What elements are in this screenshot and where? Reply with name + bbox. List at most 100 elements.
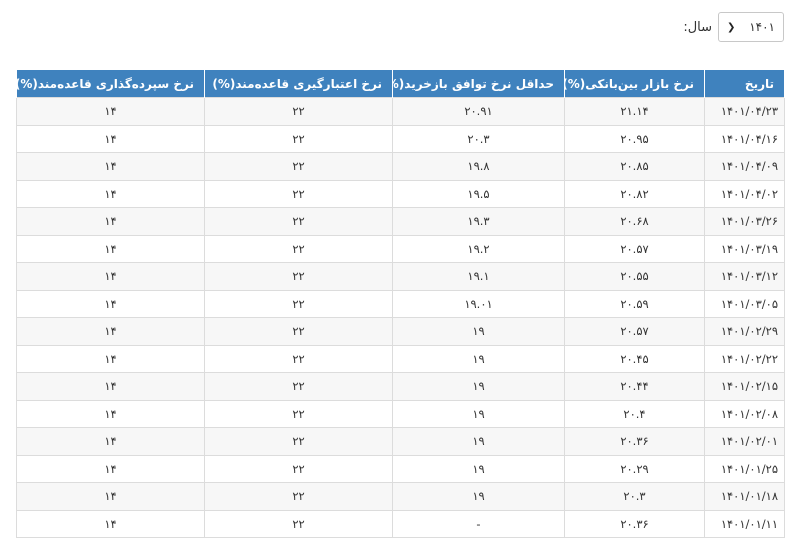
cell-deposit-rate: ۱۴ <box>16 399 205 428</box>
cell-interbank-rate: ۲۰.۶۸ <box>564 207 705 236</box>
table-row: ۱۴۰۱/۰۲/۱۵ ۲۰.۴۴ ۱۹ ۲۲ ۱۴ <box>16 372 785 401</box>
cell-interbank-rate: ۲۰.۲۹ <box>564 454 705 483</box>
cell-repo-min-rate: ۱۹.۳ <box>392 207 565 236</box>
cell-credit-rate: ۲۲ <box>204 454 393 483</box>
cell-deposit-rate: ۱۴ <box>16 344 205 373</box>
cell-repo-min-rate: ۲۰.۳ <box>392 124 565 153</box>
cell-interbank-rate: ۲۰.۵۷ <box>564 234 705 263</box>
table-row: ۱۴۰۱/۰۲/۰۸ ۲۰.۴ ۱۹ ۲۲ ۱۴ <box>16 399 785 428</box>
cell-deposit-rate: ۱۴ <box>16 289 205 318</box>
cell-deposit-rate: ۱۴ <box>16 179 205 208</box>
table-header-row: تاریخ نرخ بازار بین‌بانکی(%) حداقل نرخ ت… <box>16 70 785 98</box>
cell-date: ۱۴۰۱/۰۳/۱۲ <box>704 262 785 291</box>
header-interbank-rate[interactable]: نرخ بازار بین‌بانکی(%) <box>564 70 705 98</box>
cell-credit-rate: ۲۲ <box>204 179 393 208</box>
cell-date: ۱۴۰۱/۰۳/۱۹ <box>704 234 785 263</box>
cell-credit-rate: ۲۲ <box>204 372 393 401</box>
table-row: ۱۴۰۱/۰۴/۱۶ ۲۰.۹۵ ۲۰.۳ ۲۲ ۱۴ <box>16 124 785 153</box>
cell-repo-min-rate: ۱۹ <box>392 427 565 456</box>
table-row: ۱۴۰۱/۰۱/۱۱ ۲۰.۳۶-۲۲ ۱۴ <box>16 509 785 538</box>
table-row: ۱۴۰۱/۰۱/۲۵ ۲۰.۲۹ ۱۹ ۲۲ ۱۴ <box>16 454 785 483</box>
year-select[interactable]: ۱۴۰۱ ❯ <box>718 12 784 42</box>
year-select-value: ۱۴۰۱ <box>749 20 775 34</box>
cell-date: ۱۴۰۱/۰۲/۲۹ <box>704 317 785 346</box>
cell-repo-min-rate: ۱۹ <box>392 454 565 483</box>
cell-repo-min-rate: ۱۹.۸ <box>392 152 565 181</box>
year-label: سال: <box>683 19 712 35</box>
cell-date: ۱۴۰۱/۰۳/۰۵ <box>704 289 785 318</box>
cell-deposit-rate: ۱۴ <box>16 152 205 181</box>
cell-deposit-rate: ۱۴ <box>16 97 205 126</box>
cell-date: ۱۴۰۱/۰۴/۱۶ <box>704 124 785 153</box>
year-filter: سال: ۱۴۰۱ ❯ <box>683 10 784 44</box>
cell-repo-min-rate: ۱۹ <box>392 399 565 428</box>
cell-date: ۱۴۰۱/۰۴/۲۳ <box>704 97 785 126</box>
cell-interbank-rate: ۲۰.۹۵ <box>564 124 705 153</box>
header-credit-rate[interactable]: نرخ اعتبارگیری قاعده‌مند(%) <box>204 70 393 98</box>
cell-date: ۱۴۰۱/۰۴/۰۹ <box>704 152 785 181</box>
cell-date: ۱۴۰۱/۰۲/۰۸ <box>704 399 785 428</box>
rates-table: تاریخ نرخ بازار بین‌بانکی(%) حداقل نرخ ت… <box>16 70 785 538</box>
table-row: ۱۴۰۱/۰۲/۲۲ ۲۰.۴۵ ۱۹ ۲۲ ۱۴ <box>16 344 785 373</box>
cell-interbank-rate: ۲۰.۳۶ <box>564 509 705 538</box>
table-row: ۱۴۰۱/۰۲/۲۹ ۲۰.۵۷ ۱۹ ۲۲ ۱۴ <box>16 317 785 346</box>
cell-credit-rate: ۲۲ <box>204 262 393 291</box>
header-deposit-rate[interactable]: نرخ سپرده‌گذاری قاعده‌مند(%) <box>16 70 205 98</box>
cell-deposit-rate: ۱۴ <box>16 234 205 263</box>
cell-credit-rate: ۲۲ <box>204 344 393 373</box>
cell-deposit-rate: ۱۴ <box>16 427 205 456</box>
chevron-down-icon: ❯ <box>727 21 736 33</box>
cell-date: ۱۴۰۱/۰۴/۰۲ <box>704 179 785 208</box>
table-row: ۱۴۰۱/۰۳/۱۲ ۲۰.۵۵ ۱۹.۱ ۲۲ ۱۴ <box>16 262 785 291</box>
table-row: ۱۴۰۱/۰۴/۰۲ ۲۰.۸۲ ۱۹.۵ ۲۲ ۱۴ <box>16 179 785 208</box>
cell-repo-min-rate: ۱۹.۰۱ <box>392 289 565 318</box>
cell-deposit-rate: ۱۴ <box>16 317 205 346</box>
table-row: ۱۴۰۱/۰۳/۰۵ ۲۰.۵۹ ۱۹.۰۱ ۲۲ ۱۴ <box>16 289 785 318</box>
cell-repo-min-rate: ۱۹.۱ <box>392 262 565 291</box>
table-body: ۱۴۰۱/۰۴/۲۳ ۲۱.۱۴ ۲۰.۹۱ ۲۲ ۱۴ ۱۴۰۱/۰۴/۱۶ ۲۰.۹۵ ۲… <box>16 97 785 538</box>
cell-date: ۱۴۰۱/۰۲/۲۲ <box>704 344 785 373</box>
cell-date: ۱۴۰۱/۰۳/۲۶ <box>704 207 785 236</box>
cell-date: ۱۴۰۱/۰۲/۱۵ <box>704 372 785 401</box>
cell-deposit-rate: ۱۴ <box>16 124 205 153</box>
cell-date: ۱۴۰۱/۰۱/۲۵ <box>704 454 785 483</box>
cell-credit-rate: ۲۲ <box>204 234 393 263</box>
table-row: ۱۴۰۱/۰۲/۰۱ ۲۰.۳۶ ۱۹ ۲۲ ۱۴ <box>16 427 785 456</box>
table-row: ۱۴۰۱/۰۳/۱۹ ۲۰.۵۷ ۱۹.۲ ۲۲ ۱۴ <box>16 234 785 263</box>
cell-deposit-rate: ۱۴ <box>16 454 205 483</box>
cell-credit-rate: ۲۲ <box>204 97 393 126</box>
table-row: ۱۴۰۱/۰۳/۲۶ ۲۰.۶۸ ۱۹.۳ ۲۲ ۱۴ <box>16 207 785 236</box>
cell-interbank-rate: ۲۰.۸۲ <box>564 179 705 208</box>
cell-interbank-rate: ۲۰.۵۹ <box>564 289 705 318</box>
table-row: ۱۴۰۱/۰۴/۲۳ ۲۱.۱۴ ۲۰.۹۱ ۲۲ ۱۴ <box>16 97 785 126</box>
cell-interbank-rate: ۲۰.۴۴ <box>564 372 705 401</box>
cell-repo-min-rate: - <box>392 509 565 538</box>
cell-date: ۱۴۰۱/۰۱/۱۱ <box>704 509 785 538</box>
cell-repo-min-rate: ۱۹.۵ <box>392 179 565 208</box>
cell-interbank-rate: ۲۱.۱۴ <box>564 97 705 126</box>
cell-credit-rate: ۲۲ <box>204 427 393 456</box>
cell-credit-rate: ۲۲ <box>204 207 393 236</box>
cell-repo-min-rate: ۲۰.۹۱ <box>392 97 565 126</box>
cell-interbank-rate: ۲۰.۵۵ <box>564 262 705 291</box>
cell-repo-min-rate: ۱۹.۲ <box>392 234 565 263</box>
cell-credit-rate: ۲۲ <box>204 482 393 511</box>
cell-repo-min-rate: ۱۹ <box>392 482 565 511</box>
cell-repo-min-rate: ۱۹ <box>392 372 565 401</box>
cell-credit-rate: ۲۲ <box>204 124 393 153</box>
cell-interbank-rate: ۲۰.۴ <box>564 399 705 428</box>
cell-credit-rate: ۲۲ <box>204 399 393 428</box>
cell-deposit-rate: ۱۴ <box>16 207 205 236</box>
cell-credit-rate: ۲۲ <box>204 509 393 538</box>
cell-repo-min-rate: ۱۹ <box>392 317 565 346</box>
cell-credit-rate: ۲۲ <box>204 317 393 346</box>
cell-date: ۱۴۰۱/۰۲/۰۱ <box>704 427 785 456</box>
header-date[interactable]: تاریخ <box>704 70 785 98</box>
cell-credit-rate: ۲۲ <box>204 289 393 318</box>
cell-repo-min-rate: ۱۹ <box>392 344 565 373</box>
cell-interbank-rate: ۲۰.۴۵ <box>564 344 705 373</box>
header-repo-min-rate[interactable]: حداقل نرخ توافق بازخرید(%) <box>392 70 565 98</box>
cell-deposit-rate: ۱۴ <box>16 262 205 291</box>
cell-credit-rate: ۲۲ <box>204 152 393 181</box>
cell-interbank-rate: ۲۰.۵۷ <box>564 317 705 346</box>
